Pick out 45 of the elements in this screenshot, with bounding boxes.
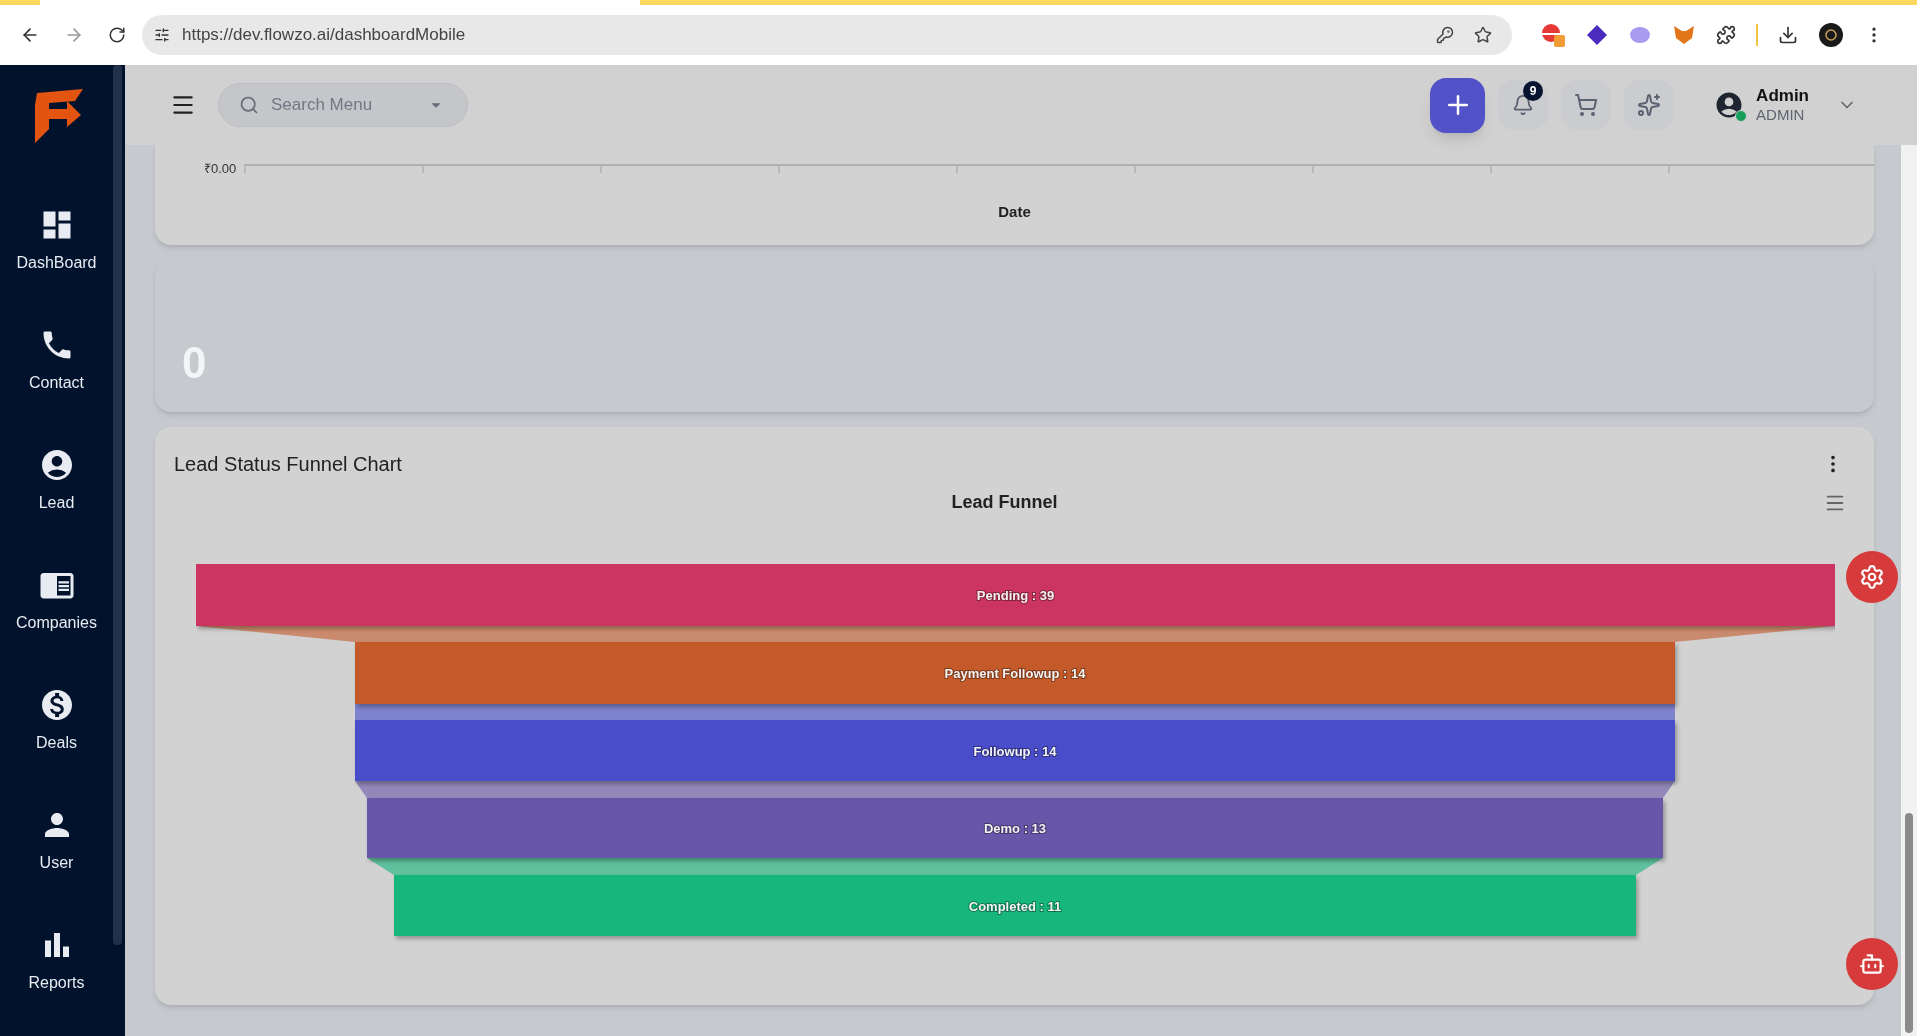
url-text: https://dev.flowzo.ai/dashboardMobile bbox=[182, 24, 466, 47]
sidebar-scrollbar[interactable] bbox=[113, 65, 122, 945]
funnel-label: Demo : 13 bbox=[983, 821, 1047, 836]
sparkle-icon bbox=[1637, 93, 1662, 117]
axis-tick-label: ₹0.00 bbox=[204, 160, 237, 178]
key-icon[interactable] bbox=[1436, 26, 1454, 44]
sidebar-item[interactable]: Companies bbox=[0, 541, 113, 661]
cart-icon bbox=[1574, 93, 1599, 117]
sparkle-button[interactable] bbox=[1624, 80, 1675, 130]
robot-icon bbox=[1859, 951, 1885, 977]
funnel-label: Completed : 11 bbox=[968, 898, 1062, 914]
chart-title: Lead Funnel bbox=[951, 491, 1058, 514]
funnel-label: Payment Followup : 14 bbox=[944, 666, 1086, 681]
site-info-icon[interactable] bbox=[154, 27, 170, 43]
user-name: Admin bbox=[1756, 86, 1809, 105]
scrollbar[interactable] bbox=[1901, 145, 1917, 1036]
add-button[interactable] bbox=[1430, 77, 1486, 133]
sidebar-item[interactable]: Reports bbox=[0, 901, 113, 1021]
user-role: ADMIN bbox=[1756, 105, 1806, 124]
profile-avatar[interactable] bbox=[1818, 22, 1844, 48]
search-placeholder: Search Menu bbox=[271, 94, 374, 117]
extension-icon[interactable] bbox=[1540, 22, 1566, 48]
chatbot-button[interactable] bbox=[1846, 938, 1898, 990]
sidebar-item[interactable]: Lead bbox=[0, 421, 113, 541]
sidebar-item[interactable]: User bbox=[0, 781, 113, 901]
funnel-label: Followup : 14 bbox=[973, 743, 1057, 759]
card-title: Lead Status Funnel Chart bbox=[174, 452, 403, 477]
extension-icon[interactable] bbox=[1586, 24, 1608, 46]
settings-button[interactable] bbox=[1846, 551, 1898, 603]
extensions-icon[interactable] bbox=[1716, 25, 1736, 45]
bell-icon bbox=[1512, 94, 1535, 116]
search-icon bbox=[239, 95, 259, 115]
funnel-label: Pending : 39 bbox=[976, 588, 1055, 603]
reload-icon[interactable] bbox=[108, 26, 126, 44]
sidebar-item[interactable]: Contact bbox=[0, 301, 113, 421]
settings-icon bbox=[1859, 564, 1885, 590]
sidebar-item[interactable]: DashBoard bbox=[0, 181, 113, 301]
notifications-button[interactable] bbox=[1498, 80, 1549, 130]
download-icon[interactable] bbox=[1778, 25, 1798, 45]
bookmark-star-icon[interactable] bbox=[1474, 26, 1492, 44]
sidebar-item[interactable]: Deals bbox=[0, 661, 113, 781]
address-bar[interactable]: https://dev.flowzo.ai/dashboardMobile bbox=[142, 15, 1512, 55]
axis-title: Date bbox=[998, 201, 1031, 222]
cart-button[interactable] bbox=[1561, 80, 1612, 130]
fox-icon[interactable] bbox=[1672, 24, 1696, 46]
